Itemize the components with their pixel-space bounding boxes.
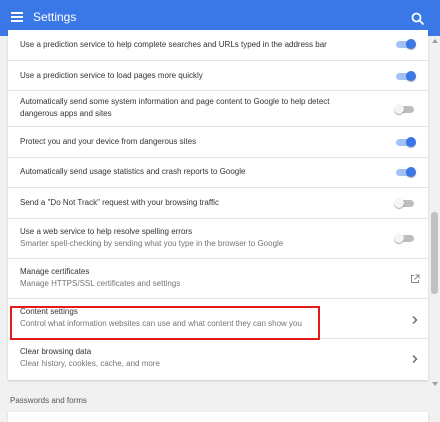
setting-row-usage-stats[interactable]: Automatically send usage statistics and … <box>8 157 428 188</box>
setting-row-clear-browsing-data[interactable]: Clear browsing data Clear history, cooki… <box>8 338 428 380</box>
scrollbar-thumb[interactable] <box>431 212 438 294</box>
chevron-right-icon[interactable] <box>412 316 418 324</box>
toggle-switch[interactable] <box>394 136 416 148</box>
toggle-switch[interactable] <box>394 103 416 115</box>
scroll-down-arrow-icon[interactable] <box>431 381 439 387</box>
setting-label: Use a prediction service to load pages m… <box>20 71 203 80</box>
section-heading-passwords: Passwords and forms <box>10 396 87 405</box>
setting-label: Automatically send some system informati… <box>20 97 330 118</box>
setting-row-safe-browsing[interactable]: Protect you and your device from dangero… <box>8 126 428 158</box>
setting-row-spelling-service[interactable]: Use a web service to help resolve spelli… <box>8 218 428 259</box>
setting-label: Protect you and your device from dangero… <box>20 137 197 146</box>
setting-row-manage-certificates[interactable]: Manage certificates Manage HTTPS/SSL cer… <box>8 258 428 299</box>
scroll-up-arrow-icon[interactable] <box>431 38 439 44</box>
toggle-switch[interactable] <box>394 232 416 244</box>
toggle-switch[interactable] <box>394 70 416 82</box>
passwords-card <box>8 412 428 422</box>
setting-description: Smarter spell-checking by sending what y… <box>20 239 284 248</box>
setting-label: Manage certificates <box>20 267 90 276</box>
toggle-switch[interactable] <box>394 166 416 178</box>
menu-icon[interactable] <box>11 12 23 22</box>
chevron-right-icon[interactable] <box>412 355 418 363</box>
setting-row-do-not-track[interactable]: Send a "Do Not Track" request with your … <box>8 187 428 219</box>
setting-label: Use a web service to help resolve spelli… <box>20 227 193 236</box>
toggle-switch[interactable] <box>394 38 416 50</box>
content-settings-highlight <box>10 306 320 340</box>
search-icon[interactable] <box>411 12 425 26</box>
open-in-new-icon[interactable] <box>410 274 420 284</box>
setting-label: Send a "Do Not Track" request with your … <box>20 198 219 207</box>
setting-description: Clear history, cookies, cache, and more <box>20 359 160 368</box>
setting-label: Automatically send usage statistics and … <box>20 167 246 176</box>
setting-row-prediction-load[interactable]: Use a prediction service to load pages m… <box>8 60 428 91</box>
toggle-switch[interactable] <box>394 197 416 209</box>
setting-label: Clear browsing data <box>20 347 92 356</box>
page-title: Settings <box>33 10 77 24</box>
setting-description: Manage HTTPS/SSL certificates and settin… <box>20 279 181 288</box>
setting-label: Use a prediction service to help complet… <box>20 40 327 49</box>
setting-row-safe-browsing-reporting[interactable]: Automatically send some system informati… <box>8 90 428 127</box>
setting-row-prediction-search[interactable]: Use a prediction service to help complet… <box>8 30 428 60</box>
